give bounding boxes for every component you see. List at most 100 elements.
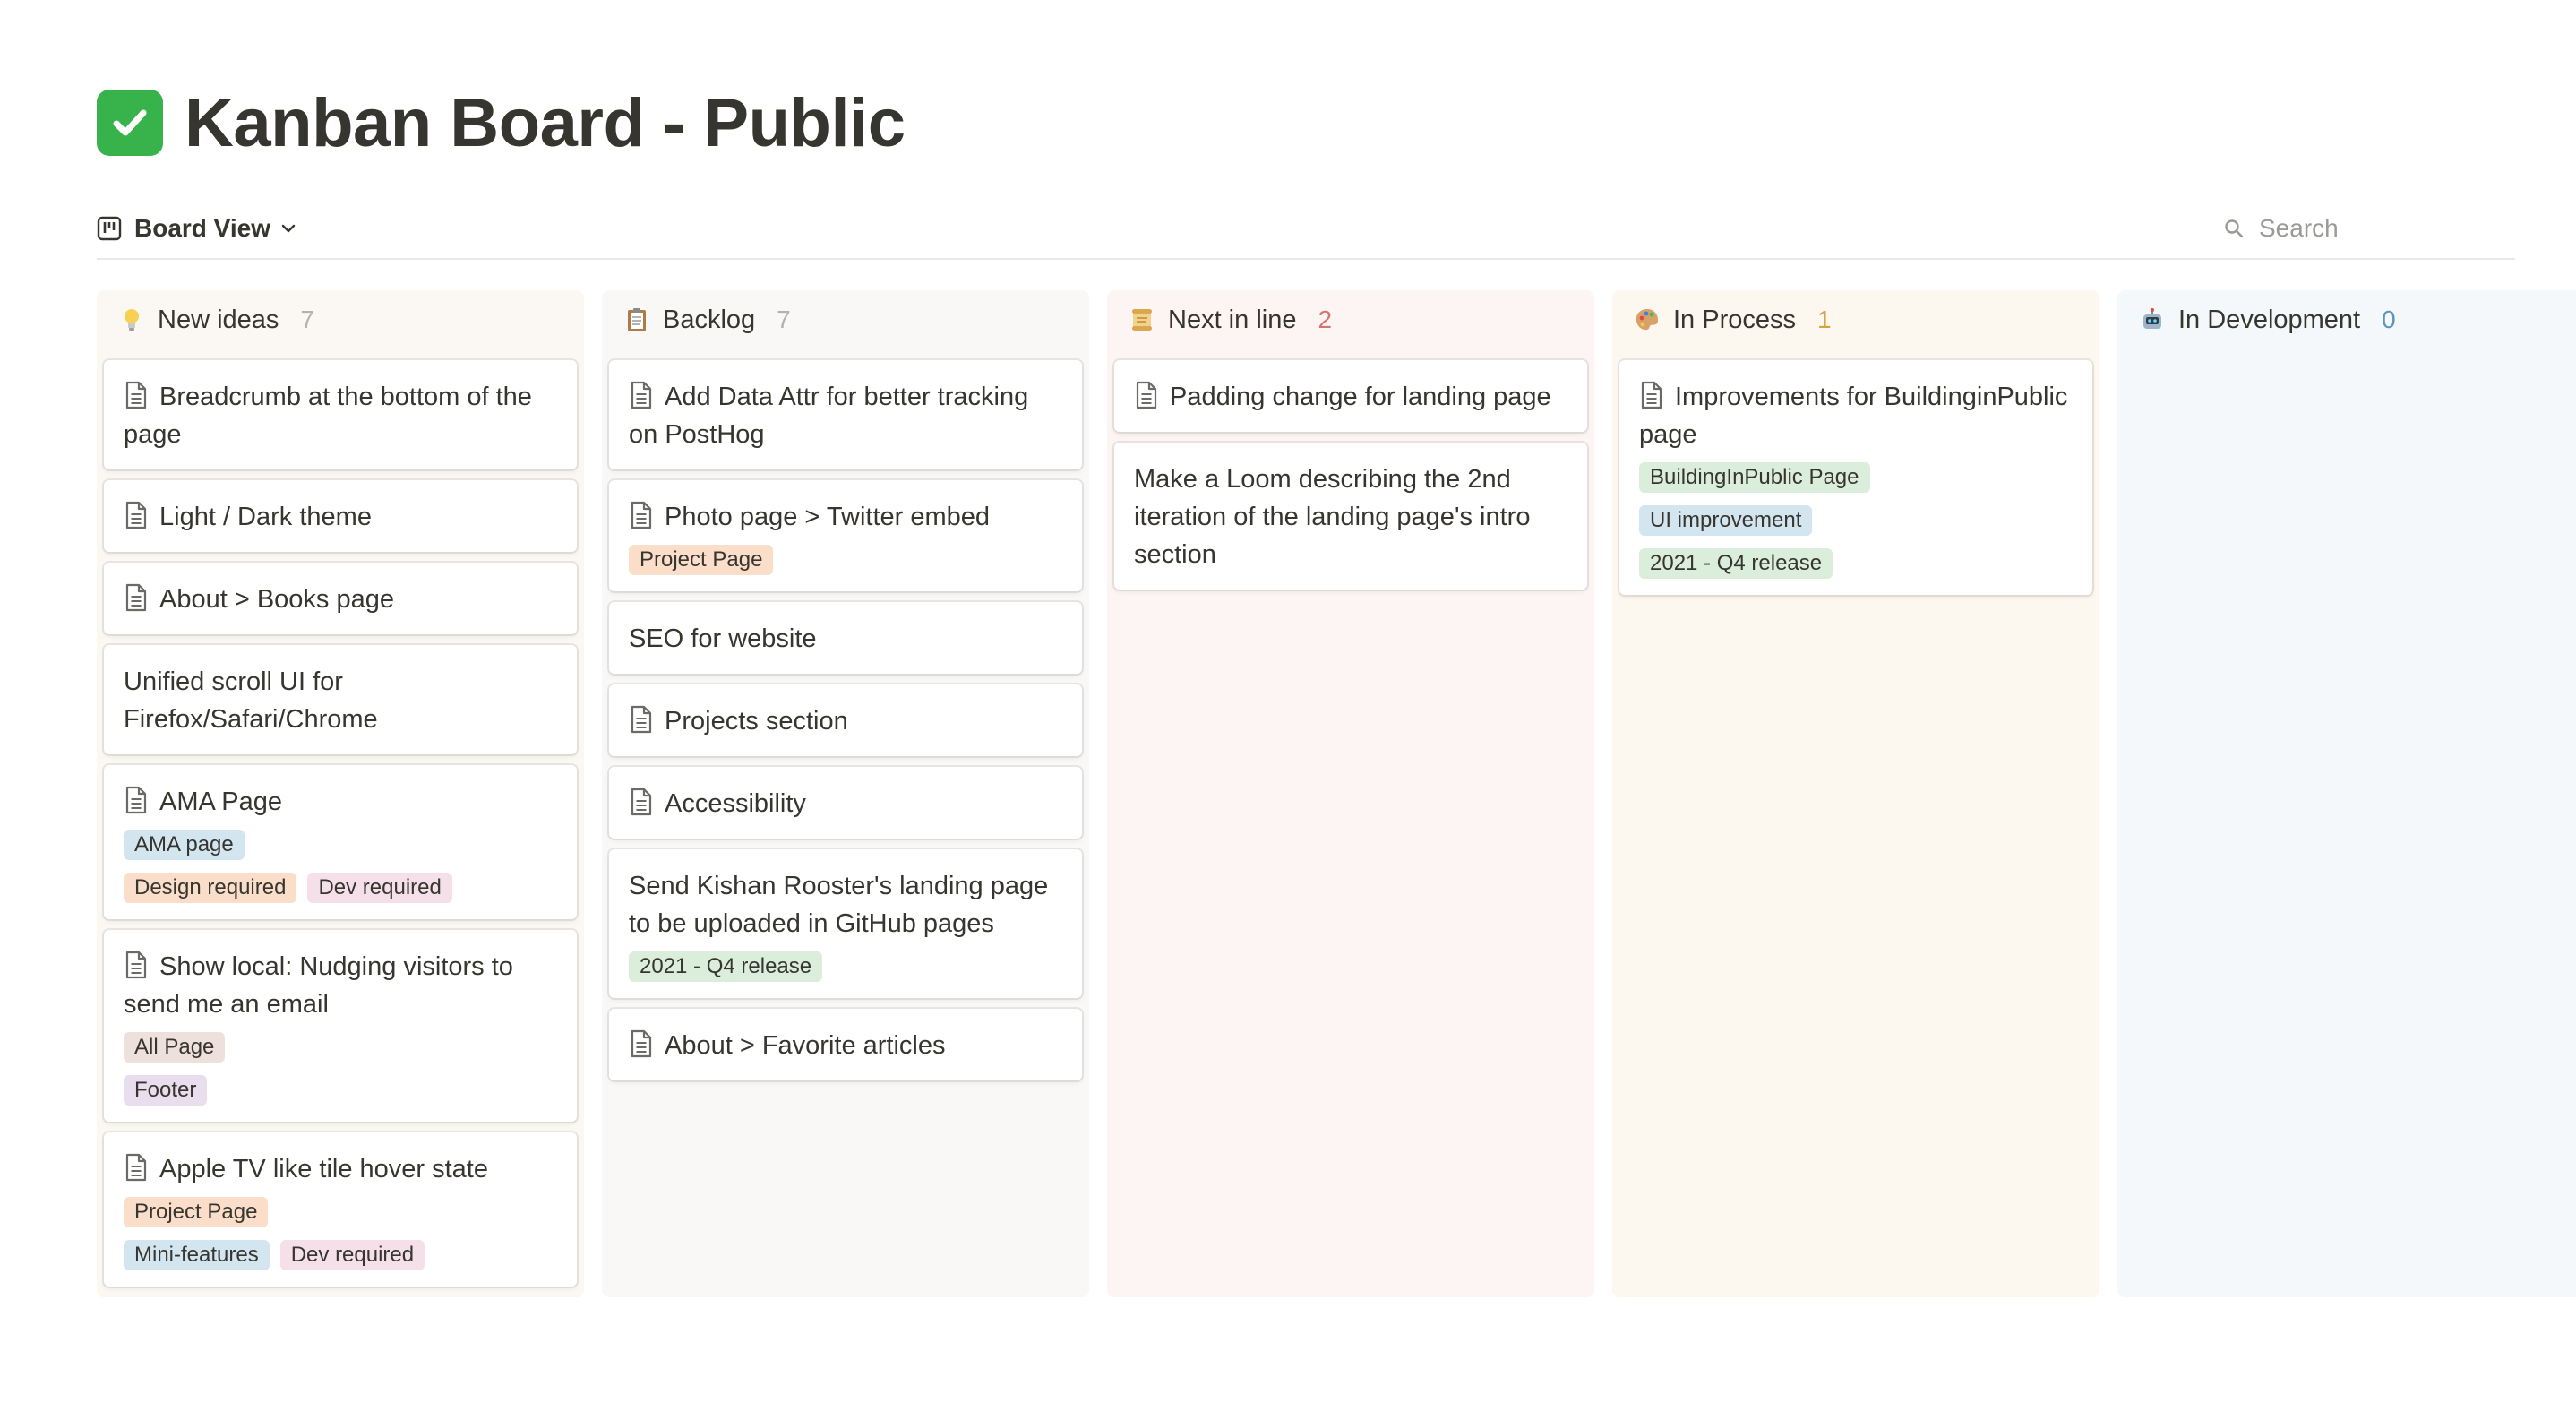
column-title: Backlog	[663, 305, 756, 334]
page-icon	[125, 583, 147, 612]
tag: BuildingInPublic Page	[1639, 462, 1870, 493]
scroll-icon	[1129, 306, 1155, 333]
chevron-down-icon	[281, 224, 296, 233]
board-card[interactable]: SEO for website	[609, 602, 1082, 674]
board-view-label: Board View	[134, 214, 270, 242]
page-icon	[125, 1153, 147, 1182]
kanban-board: New ideas 7 Breadcrumb at the bottom of th…	[97, 290, 2576, 1297]
board-column: In Development 0	[2117, 290, 2576, 1297]
card-title-text: Projects section	[665, 707, 848, 736]
board-card[interactable]: Make a Loom describing the 2nd iteration…	[1114, 443, 1587, 590]
tag-row: 2021 - Q4 release	[1639, 548, 2073, 579]
tag: 2021 - Q4 release	[629, 951, 823, 982]
board-view-icon	[97, 216, 122, 241]
card-title-text: Padding change for landing page	[1170, 383, 1551, 411]
column-count: 7	[300, 306, 314, 333]
tag: All Page	[124, 1032, 226, 1063]
page-icon	[125, 951, 147, 979]
card-title: Improvements for BuildinginPublic page	[1639, 378, 2073, 453]
board-card[interactable]: Show local: Nudging visitors to send me …	[104, 930, 577, 1122]
page-icon	[125, 381, 147, 409]
tag: Footer	[124, 1075, 208, 1106]
board-card[interactable]: Unified scroll UI for Firefox/Safari/Chr…	[104, 645, 577, 754]
board-card[interactable]: About > Books page	[104, 563, 577, 634]
page-icon	[125, 786, 147, 814]
page-icon	[1136, 381, 1157, 409]
card-title: Unified scroll UI for Firefox/Safari/Chr…	[124, 663, 557, 738]
column-header[interactable]: New ideas 7	[104, 290, 577, 349]
page-icon	[631, 501, 652, 529]
card-title-text: Send Kishan Rooster's landing page to be…	[629, 872, 1049, 938]
column-header[interactable]: Next in line 2	[1114, 290, 1587, 349]
card-title: About > Favorite articles	[629, 1027, 1062, 1064]
page-icon	[125, 501, 147, 529]
tag-row: Footer	[124, 1075, 557, 1106]
card-title-text: Show local: Nudging visitors to send me …	[124, 952, 513, 1019]
card-tags: All Page Footer	[124, 1032, 557, 1106]
tag-row: Project Page	[124, 1197, 557, 1227]
board-card[interactable]: Send Kishan Rooster's landing page to be…	[609, 849, 1082, 998]
card-title-text: Make a Loom describing the 2nd iteration…	[1134, 465, 1531, 569]
board-card[interactable]: Improvements for BuildinginPublic page Bu…	[1619, 360, 2092, 595]
column-header[interactable]: In Development 0	[2125, 290, 2576, 349]
card-title-text: Unified scroll UI for Firefox/Safari/Chr…	[124, 667, 378, 734]
card-tags: Project Page Mini-features Dev required	[124, 1197, 557, 1270]
card-title-text: AMA Page	[159, 788, 283, 816]
board-card[interactable]: Apple TV like tile hover state Project Pa…	[104, 1132, 577, 1287]
board-column: Next in line 2 Padding change for landing …	[1107, 290, 1594, 1297]
tag-row: 2021 - Q4 release	[629, 951, 1062, 982]
board-card[interactable]: AMA Page AMA page Design required Dev requi…	[104, 765, 577, 919]
board-card[interactable]: Breadcrumb at the bottom of the page	[104, 360, 577, 469]
board-card[interactable]: Add Data Attr for better tracking on Pos…	[609, 360, 1082, 469]
tag: Design required	[124, 873, 297, 903]
column-title: New ideas	[158, 305, 279, 334]
card-title: AMA Page	[124, 783, 557, 821]
card-title: Add Data Attr for better tracking on Pos…	[629, 378, 1062, 453]
column-title: In Process	[1673, 305, 1796, 334]
tag: Project Page	[124, 1197, 269, 1227]
clipboard-icon	[623, 306, 650, 333]
board-card[interactable]: Projects section	[609, 684, 1082, 756]
tag-row: BuildingInPublic Page	[1639, 462, 2073, 493]
card-title: Apple TV like tile hover state	[124, 1150, 557, 1188]
card-title: Padding change for landing page	[1134, 378, 1567, 416]
search-placeholder: Search	[2259, 214, 2339, 242]
board-view-dropdown[interactable]: Board View	[88, 211, 306, 246]
page-icon	[631, 381, 652, 409]
view-toolbar: Board View Search	[97, 199, 2515, 258]
card-title: Projects section	[629, 702, 1062, 740]
column-count: 7	[777, 306, 791, 333]
board-card[interactable]: Light / Dark theme	[104, 480, 577, 552]
light-bulb-icon	[118, 306, 145, 333]
card-title: Photo page > Twitter embed	[629, 498, 1062, 536]
tag: UI improvement	[1639, 505, 1813, 536]
board-card[interactable]: Photo page > Twitter embed Project Page	[609, 480, 1082, 591]
page-title: Kanban Board - Public	[185, 84, 906, 161]
column-title: Next in line	[1168, 305, 1297, 334]
board-card[interactable]: Padding change for landing page	[1114, 360, 1587, 432]
board-column: In Process 1 Improvements for BuildinginPu…	[1612, 290, 2099, 1297]
tag: Dev required	[279, 1240, 425, 1270]
tag: Mini-features	[124, 1240, 270, 1270]
column-title: In Development	[2178, 305, 2361, 334]
board-card[interactable]: Accessibility	[609, 767, 1082, 839]
card-title-text: SEO for website	[629, 624, 817, 653]
column-header[interactable]: In Process 1	[1619, 290, 2092, 349]
card-title: Show local: Nudging visitors to send me …	[124, 948, 557, 1023]
page-icon	[631, 1029, 652, 1058]
board-card[interactable]: About > Favorite articles	[609, 1009, 1082, 1080]
card-tags: AMA page Design required Dev required	[124, 830, 557, 903]
card-title: SEO for website	[629, 620, 1062, 658]
board-column: Backlog 7 Add Data Attr for better trackin…	[602, 290, 1089, 1297]
card-title: Make a Loom describing the 2nd iteration…	[1134, 460, 1567, 573]
tag-row: AMA page	[124, 830, 557, 860]
tag: 2021 - Q4 release	[1639, 548, 1833, 579]
tag-row: Mini-features Dev required	[124, 1240, 557, 1270]
card-title-text: About > Favorite articles	[665, 1031, 946, 1060]
search-input[interactable]: Search	[2214, 208, 2515, 249]
tag-row: Design required Dev required	[124, 873, 557, 903]
card-title-text: Photo page > Twitter embed	[665, 503, 991, 531]
column-header[interactable]: Backlog 7	[609, 290, 1082, 349]
tag: Dev required	[307, 873, 452, 903]
card-title-text: Accessibility	[665, 789, 806, 818]
